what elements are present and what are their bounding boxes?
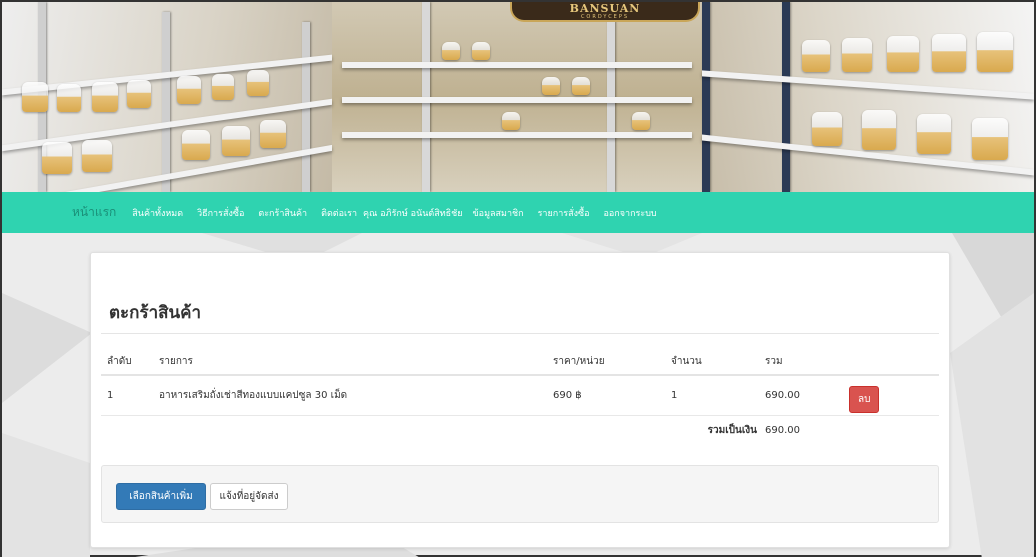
cart-table-header: ลำดับ รายการ ราคา/หน่วย จำนวน รวม: [101, 349, 939, 376]
column-total: รวม: [765, 349, 849, 376]
row-actions: ลบ: [849, 375, 939, 416]
grand-total-row: รวมเป็นเงิน 690.00: [101, 415, 939, 445]
grand-total-label: รวมเป็นเงิน: [707, 424, 757, 436]
table-row: 1 อาหารเสริมถั่งเช่าสีทองแบบแคปซูล 30 เม…: [101, 375, 939, 416]
column-item: รายการ: [159, 349, 553, 376]
nav-user-name[interactable]: คุณ อภิรักษ์ อนันต์สิทธิชัย: [363, 206, 463, 220]
row-unit-price: 690 ฿: [553, 375, 671, 416]
cart-table: ลำดับ รายการ ราคา/หน่วย จำนวน รวม 1 อาหา…: [101, 349, 939, 445]
delete-item-button[interactable]: ลบ: [849, 385, 880, 413]
nav-cart[interactable]: ตะกร้าสินค้า: [258, 206, 307, 220]
column-index: ลำดับ: [101, 349, 159, 376]
grand-total-value: 690.00: [765, 424, 800, 436]
column-quantity: จำนวน: [671, 349, 765, 376]
nav-logout[interactable]: ออกจากระบบ: [603, 206, 656, 220]
nav-home[interactable]: หน้าแรก: [72, 203, 116, 222]
continue-shopping-button[interactable]: เลือกสินค้าเพิ่ม: [116, 483, 206, 510]
column-unit-price: ราคา/หน่วย: [553, 349, 671, 376]
page-title: ตะกร้าสินค้า: [109, 303, 202, 323]
header-banner-image: BANSUAN CORDYCEPS: [2, 2, 1034, 192]
main-navbar: หน้าแรก สินค้าทั้งหมด วิธีการสั่งซื้อ ตะ…: [2, 192, 1034, 233]
brand-logo: BANSUAN CORDYCEPS: [510, 2, 700, 22]
column-actions: [849, 349, 939, 376]
shipping-address-button[interactable]: แจ้งที่อยู่จัดส่ง: [210, 483, 288, 510]
nav-contact[interactable]: ติดต่อเรา: [321, 206, 357, 220]
row-quantity: 1: [671, 375, 765, 416]
brand-logo-title: BANSUAN: [569, 2, 641, 15]
nav-order-list[interactable]: รายการสั่งซื้อ: [538, 206, 590, 220]
row-index: 1: [101, 375, 159, 416]
nav-all-products[interactable]: สินค้าทั้งหมด: [132, 206, 183, 220]
cart-actions-bar: เลือกสินค้าเพิ่ม แจ้งที่อยู่จัดส่ง: [101, 465, 939, 523]
nav-how-to-order[interactable]: วิธีการสั่งซื้อ: [197, 206, 244, 220]
row-total: 690.00: [765, 375, 849, 416]
row-item-name: อาหารเสริมถั่งเช่าสีทองแบบแคปซูล 30 เม็ด: [159, 375, 553, 416]
nav-member-info[interactable]: ข้อมูลสมาชิก: [473, 206, 524, 220]
brand-logo-subtitle: CORDYCEPS: [580, 13, 630, 20]
title-divider: [101, 333, 939, 334]
cart-panel: ตะกร้าสินค้า ลำดับ รายการ ราคา/หน่วย จำน…: [90, 252, 950, 548]
